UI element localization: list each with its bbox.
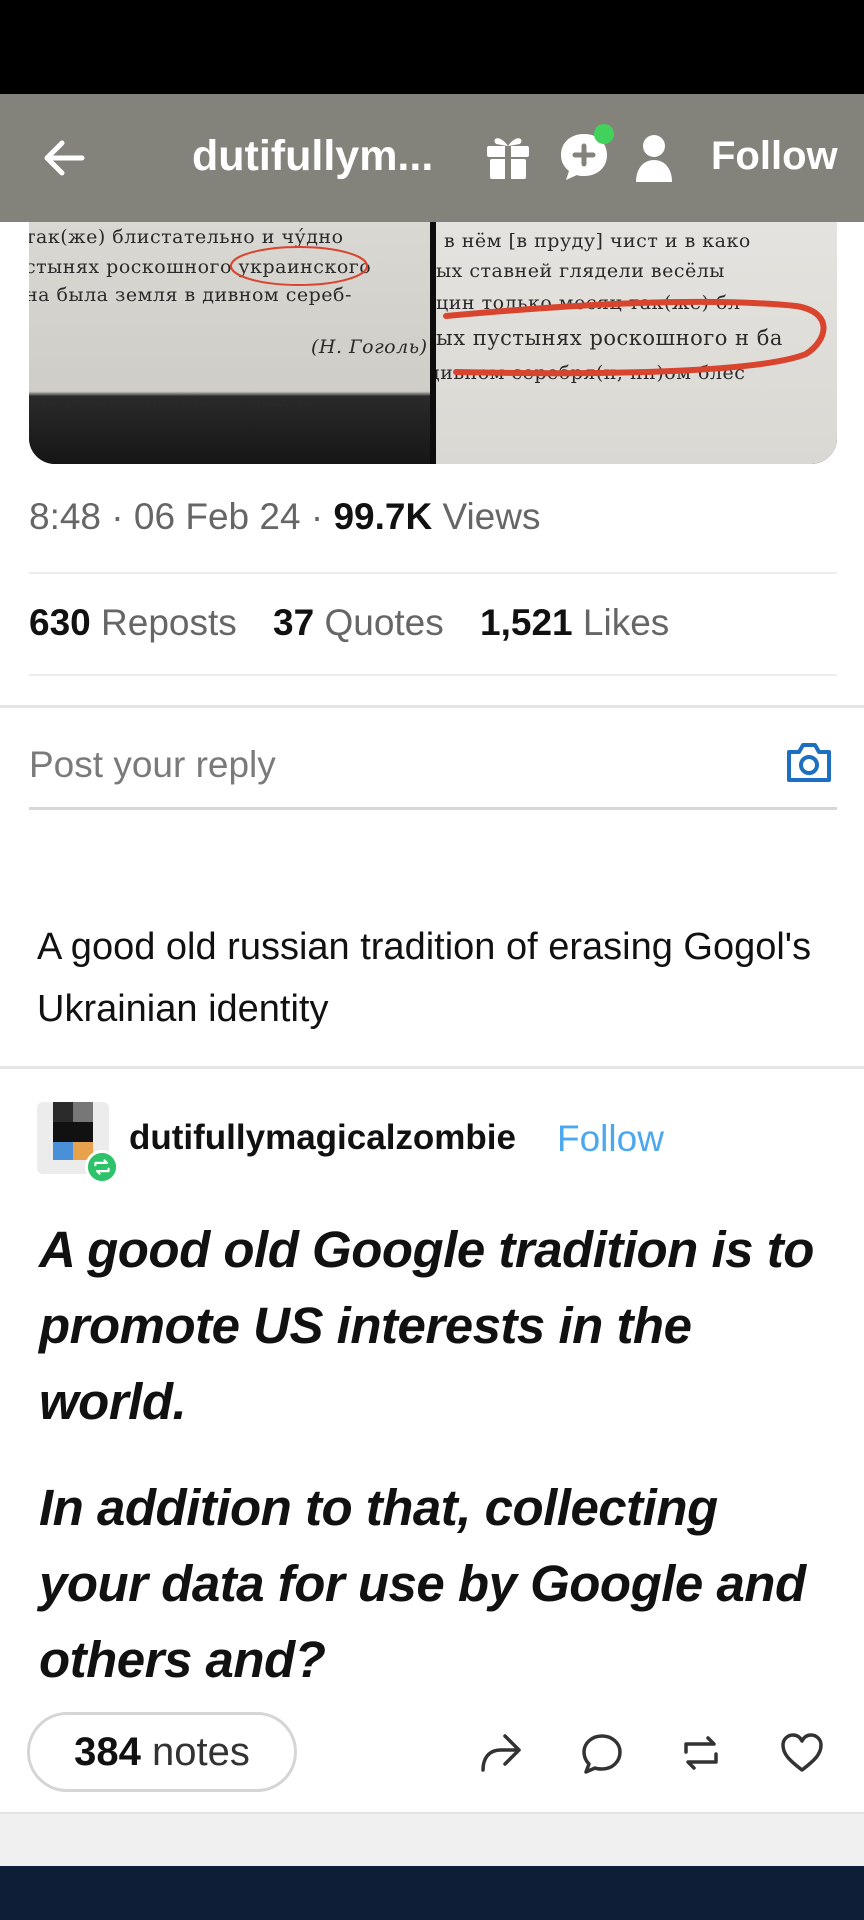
- share-icon[interactable]: [477, 1730, 523, 1776]
- scan-text-line: сти речи соответствуют модели: [29, 390, 314, 409]
- person-icon[interactable]: [634, 134, 674, 182]
- reply-field[interactable]: Post your reply: [29, 740, 837, 810]
- like-icon[interactable]: [779, 1730, 825, 1776]
- scan-text-line: (Н. Гоголь): [311, 336, 428, 358]
- likes-stat[interactable]: 1,521 Likes: [480, 602, 669, 643]
- post-header: dutifullymagicalzombie Follow: [37, 1102, 827, 1184]
- tweet-meta: 8:48 · 06 Feb 24 · 99.7K Views: [29, 496, 541, 537]
- tweet-date: 06 Feb 24: [133, 496, 301, 537]
- section-divider: [0, 1066, 864, 1069]
- views-label: Views: [442, 496, 541, 537]
- scan-text-line: в нём [в пруду] чист и в како: [444, 230, 751, 252]
- post-username[interactable]: dutifullymagicalzombie: [129, 1118, 516, 1158]
- post-follow-link[interactable]: Follow: [557, 1118, 664, 1160]
- post-paragraph: A good old Google tradition is to promot…: [39, 1221, 814, 1430]
- status-bar: [0, 0, 864, 94]
- views-count: 99.7K: [333, 496, 433, 537]
- red-underline-mark: [443, 298, 827, 377]
- post-footer: 384 notes: [27, 1712, 837, 1792]
- bottom-navigation-bar: [0, 1866, 864, 1920]
- next-post-separator: [0, 1812, 864, 1866]
- reply-icon[interactable]: [579, 1730, 625, 1776]
- scan-text-line: ых ставней глядели весёлы: [436, 260, 725, 282]
- red-circle-mark: [230, 246, 368, 286]
- reposts-stat[interactable]: 630 Reposts: [29, 602, 237, 643]
- top-bar: dutifullym... Follow: [0, 94, 864, 222]
- reblog-badge-icon: [85, 1150, 119, 1184]
- blog-title[interactable]: dutifullym...: [192, 132, 433, 181]
- section-divider: [0, 705, 864, 708]
- notification-dot: [594, 124, 614, 144]
- gift-icon[interactable]: [482, 130, 534, 182]
- back-arrow-icon[interactable]: [38, 132, 90, 184]
- divider: [29, 572, 837, 574]
- follow-button[interactable]: Follow: [711, 134, 838, 179]
- reblog-comment: A good old russian tradition of erasing …: [37, 926, 812, 1030]
- post-image-strip[interactable]: так(же) блистательно и чу́дно стынях рос…: [29, 222, 837, 464]
- reblog-icon[interactable]: [678, 1730, 724, 1776]
- textbook-photo-left[interactable]: так(же) блистательно и чу́дно стынях рос…: [29, 222, 430, 464]
- chat-button[interactable]: [556, 124, 614, 184]
- tweet-stats: 630 Reposts 37 Quotes 1,521 Likes: [29, 602, 695, 644]
- camera-icon[interactable]: [785, 740, 833, 784]
- divider: [29, 674, 837, 676]
- reply-placeholder[interactable]: Post your reply: [29, 744, 276, 786]
- tweet-time: 8:48: [29, 496, 102, 537]
- notes-button[interactable]: 384 notes: [27, 1712, 297, 1792]
- post-paragraph: In addition to that, collecting your dat…: [39, 1479, 806, 1688]
- quotes-stat[interactable]: 37 Quotes: [273, 602, 444, 643]
- textbook-photo-right[interactable]: в нём [в пруду] чист и в како ых ставней…: [436, 222, 837, 464]
